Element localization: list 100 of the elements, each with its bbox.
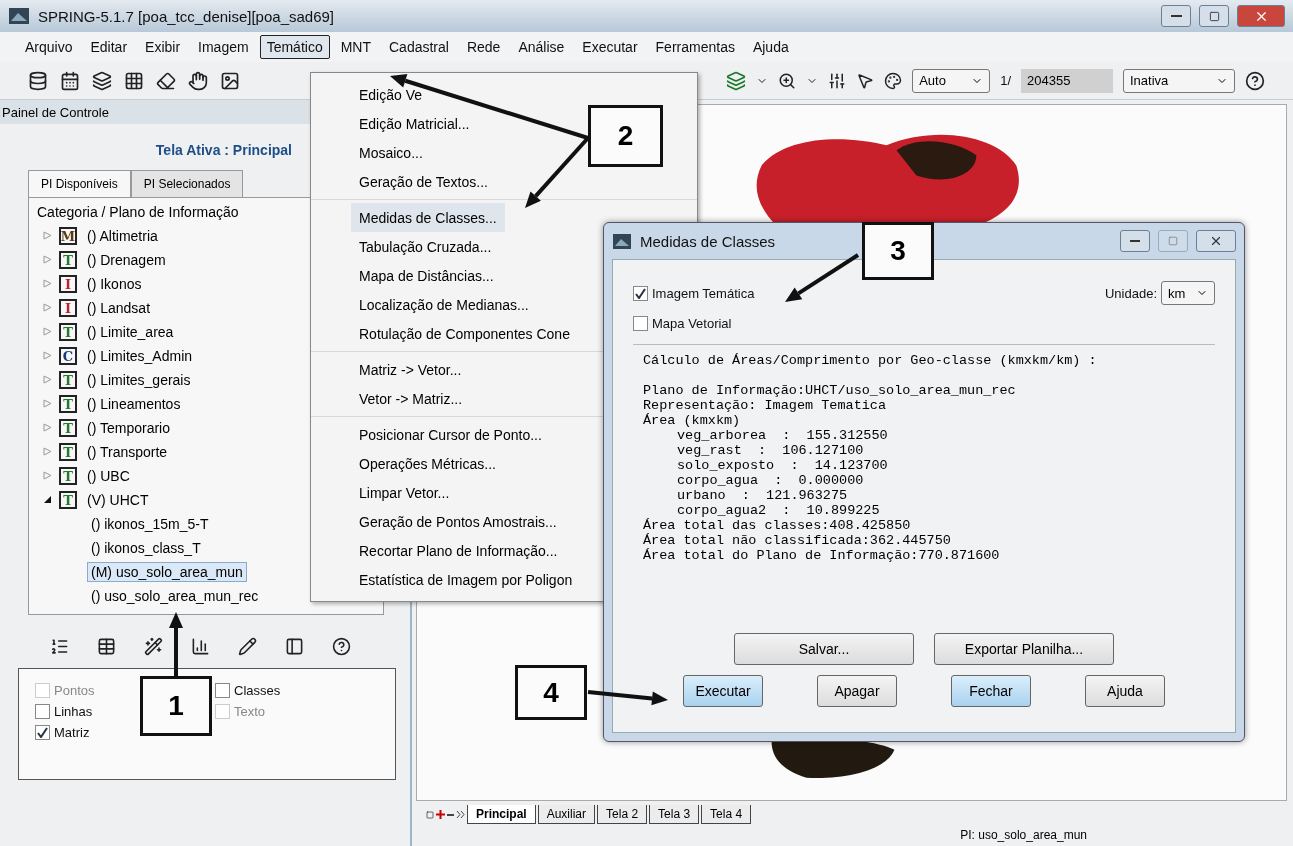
add-icon[interactable] <box>436 810 445 819</box>
image-icon[interactable] <box>220 70 240 91</box>
menu-item[interactable]: Rede <box>459 35 508 59</box>
menu-item[interactable]: Ajuda <box>745 35 796 59</box>
expand-toggle-icon[interactable] <box>43 398 53 410</box>
maximize-button[interactable] <box>1199 5 1229 27</box>
table-icon[interactable] <box>97 637 116 656</box>
layer-checkbox[interactable]: Classes <box>215 683 379 698</box>
tree-item[interactable]: () Altimetria <box>83 226 162 246</box>
screen-tab[interactable]: Tela 4 <box>701 805 752 824</box>
window-icon[interactable] <box>426 810 434 819</box>
expand-toggle-icon[interactable] <box>43 302 53 314</box>
scale-mode-dropdown[interactable]: Auto <box>912 68 991 93</box>
next-icon[interactable] <box>456 810 465 819</box>
screen-tab[interactable]: Tela 2 <box>597 805 648 824</box>
menu-item[interactable]: Operações Métricas... <box>351 449 504 478</box>
tree-item[interactable]: () Ikonos <box>83 274 146 294</box>
menu-item[interactable]: Análise <box>511 35 572 59</box>
menu-item[interactable]: Editar <box>83 35 135 59</box>
list-icon[interactable] <box>50 637 69 656</box>
menu-item[interactable]: Mosaico... <box>351 138 431 167</box>
dialog-button[interactable]: Apagar <box>817 675 897 707</box>
sliders-icon[interactable] <box>828 71 847 90</box>
close-button[interactable] <box>1237 5 1285 27</box>
cursor-mode-dropdown[interactable]: Inativa <box>1123 68 1235 93</box>
screen-tab[interactable]: Auxiliar <box>537 805 596 824</box>
menu-item[interactable]: Temático <box>259 35 330 59</box>
menu-item[interactable]: Cadastral <box>382 35 456 59</box>
palette-icon[interactable] <box>884 71 903 90</box>
tree-item[interactable]: () Temporario <box>83 418 174 438</box>
tree-item[interactable]: () Landsat <box>83 298 155 318</box>
grid-icon[interactable] <box>124 70 144 91</box>
expand-toggle-icon[interactable] <box>43 230 53 242</box>
tree-item[interactable]: () Limite_area <box>83 322 178 342</box>
menu-item[interactable]: Exibir <box>138 35 188 59</box>
expand-toggle-icon[interactable] <box>43 446 53 458</box>
tree-item[interactable]: () Drenagem <box>83 250 170 270</box>
dialog-button[interactable]: Fechar <box>951 675 1031 707</box>
tree-item[interactable]: () uso_solo_area_mun_rec <box>87 586 263 606</box>
screen-tab[interactable]: Principal <box>467 805 536 824</box>
expand-toggle-icon[interactable] <box>43 422 53 434</box>
expand-toggle-icon[interactable] <box>43 470 53 482</box>
menu-item[interactable]: Imagem <box>191 35 256 59</box>
expand-toggle-icon[interactable] <box>43 326 53 338</box>
menu-item[interactable]: Ferramentas <box>648 35 742 59</box>
minimize-button[interactable] <box>1161 5 1191 27</box>
menu-item[interactable]: MNT <box>333 35 378 59</box>
close-button[interactable] <box>1196 230 1236 252</box>
remove-icon[interactable] <box>447 813 454 816</box>
minimize-button[interactable] <box>1120 230 1150 252</box>
menu-item[interactable]: Estatística de Imagem por Poligon <box>351 565 581 594</box>
bar-chart-icon[interactable] <box>191 637 210 656</box>
tree-item[interactable]: () ikonos_class_T <box>87 538 205 558</box>
zoom-icon[interactable] <box>778 71 797 90</box>
tree-item[interactable]: () UBC <box>83 466 134 486</box>
dialog-button[interactable]: Ajuda <box>1085 675 1165 707</box>
help-icon[interactable] <box>332 637 351 656</box>
dialog-button[interactable]: Exportar Planilha... <box>934 633 1114 665</box>
expand-toggle-icon[interactable] <box>43 278 53 290</box>
tree-item[interactable]: () Limites_gerais <box>83 370 195 390</box>
help-icon[interactable] <box>1245 70 1265 91</box>
tree-item[interactable]: () Transporte <box>83 442 172 462</box>
menu-item[interactable]: Limpar Vetor... <box>351 478 458 507</box>
expand-toggle-icon[interactable] <box>43 254 53 266</box>
eraser-icon[interactable] <box>156 70 176 91</box>
menu-item[interactable]: Geração de Textos... <box>351 167 496 196</box>
panel-icon[interactable] <box>285 637 304 656</box>
pencil-icon[interactable] <box>238 637 257 656</box>
unit-dropdown[interactable]: km <box>1161 281 1215 305</box>
tree-item[interactable]: (V) UHCT <box>83 490 153 510</box>
cursor-icon[interactable] <box>856 71 875 90</box>
option-checkbox[interactable]: Mapa Vetorial <box>633 315 732 331</box>
screen-tab[interactable]: Tela 3 <box>649 805 700 824</box>
menu-item[interactable]: Executar <box>575 35 645 59</box>
menu-item[interactable]: Vetor -> Matriz... <box>351 384 471 413</box>
option-checkbox[interactable]: Imagem Temática <box>633 285 755 301</box>
menu-item[interactable]: Recortar Plano de Informação... <box>351 536 566 565</box>
menu-item[interactable]: Matriz -> Vetor... <box>351 355 470 384</box>
wand-icon[interactable] <box>144 637 163 656</box>
menu-item[interactable]: Posicionar Cursor de Ponto... <box>351 420 550 449</box>
tree-item[interactable]: (M) uso_solo_area_mun <box>87 562 247 582</box>
database-icon[interactable] <box>28 70 48 91</box>
expand-toggle-icon[interactable] <box>43 350 53 362</box>
menu-item[interactable]: Arquivo <box>18 35 80 59</box>
tree-item[interactable]: () Lineamentos <box>83 394 185 414</box>
menu-item[interactable]: Tabulação Cruzada... <box>351 232 500 261</box>
calendar-icon[interactable] <box>60 70 80 91</box>
menu-item[interactable]: Medidas de Classes... <box>351 203 505 232</box>
layers-icon[interactable] <box>92 70 112 91</box>
menu-item[interactable]: Geração de Pontos Amostrais... <box>351 507 565 536</box>
expand-toggle-icon[interactable] <box>43 374 53 386</box>
scale-field[interactable]: 204355 <box>1021 68 1113 93</box>
menu-item[interactable]: Rotulação de Componentes Cone <box>351 319 578 348</box>
tree-item[interactable]: () ikonos_15m_5-T <box>87 514 213 534</box>
menu-item[interactable]: Localização de Medianas... <box>351 290 537 319</box>
tree-item[interactable]: () Limites_Admin <box>83 346 197 366</box>
menu-item[interactable]: Mapa de Distâncias... <box>351 261 502 290</box>
hand-icon[interactable] <box>188 70 208 91</box>
tab[interactable]: PI Disponíveis <box>28 170 131 198</box>
tab[interactable]: PI Selecionados <box>130 170 244 198</box>
